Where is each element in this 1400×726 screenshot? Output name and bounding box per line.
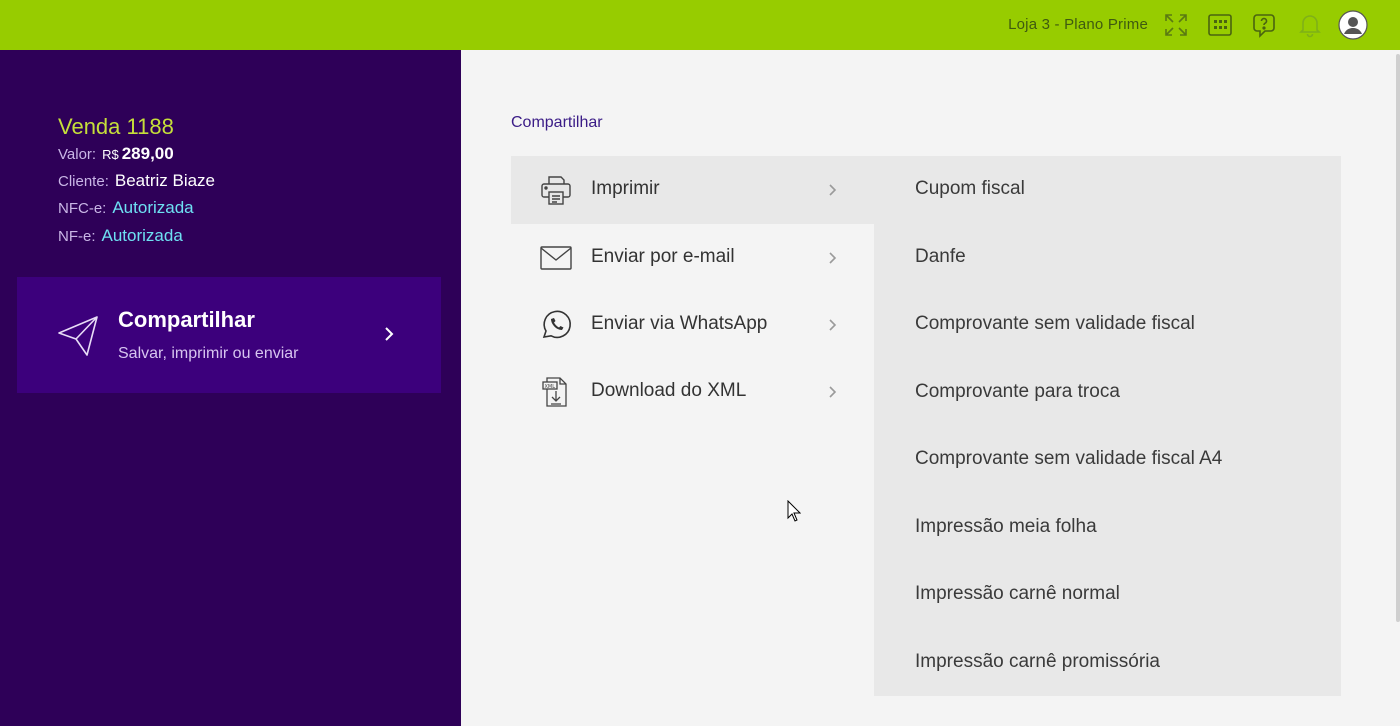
nfce-status-link[interactable]: Autorizada (112, 198, 193, 217)
avatar-icon[interactable] (1338, 10, 1368, 40)
xml-file-icon: XML (540, 376, 572, 408)
nfce-row: NFC-e: Autorizada (58, 198, 194, 218)
submenu-item-cupom-fiscal[interactable]: Cupom fiscal (915, 178, 1025, 200)
print-submenu: Cupom fiscal Danfe Comprovante sem valid… (874, 156, 1341, 696)
paper-plane-icon (57, 315, 99, 362)
client-name: Beatriz Biaze (114, 171, 216, 190)
expand-icon[interactable] (1161, 10, 1191, 40)
chevron-right-icon (827, 250, 837, 271)
sale-value-row: Valor: R$ 289,00 (58, 144, 174, 164)
sidebar: Venda 1188 Valor: R$ 289,00 Cliente: Beatri… (0, 50, 461, 726)
mouse-cursor-icon (787, 499, 802, 527)
submenu-item-comprovante-sem-validade[interactable]: Comprovante sem validade fiscal (915, 313, 1195, 335)
client-label: Cliente: (58, 173, 109, 190)
chevron-right-icon (827, 384, 837, 405)
submenu-item-danfe[interactable]: Danfe (915, 246, 966, 268)
nfe-row: NF-e: Autorizada (58, 226, 183, 246)
mail-icon (540, 242, 572, 274)
client-row: Cliente: Beatriz Biaze (58, 171, 215, 191)
share-card[interactable]: Compartilhar Salvar, imprimir ou enviar (17, 277, 441, 393)
store-plan-label: Loja 3 - Plano Prime (1008, 16, 1148, 33)
top-bar: Loja 3 - Plano Prime (0, 0, 1400, 50)
svg-text:XML: XML (545, 384, 556, 390)
menu-item-whatsapp[interactable]: Enviar via WhatsApp (511, 291, 874, 359)
share-card-subtitle: Salvar, imprimir ou enviar (118, 345, 299, 362)
chevron-right-icon (827, 182, 837, 203)
menu-item-label: Enviar via WhatsApp (591, 313, 768, 334)
help-chat-icon[interactable] (1250, 10, 1280, 40)
scrollbar-thumb[interactable] (1396, 54, 1400, 622)
menu-item-label: Enviar por e-mail (591, 246, 735, 267)
menu-item-xml[interactable]: XML Download do XML (511, 358, 874, 426)
submenu-item-carne-promissoria[interactable]: Impressão carnê promissória (915, 651, 1160, 673)
nfe-label: NF-e: (58, 228, 96, 245)
apps-grid-icon[interactable] (1205, 10, 1235, 40)
whatsapp-icon (540, 309, 572, 341)
menu-item-label: Imprimir (591, 178, 660, 199)
breadcrumb[interactable]: Compartilhar (511, 114, 603, 132)
currency-symbol: R$ (102, 147, 119, 162)
nfe-status-link[interactable]: Autorizada (102, 226, 183, 245)
chevron-right-icon (383, 325, 395, 348)
value-label: Valor: (58, 146, 97, 163)
menu-item-email[interactable]: Enviar por e-mail (511, 224, 874, 292)
submenu-item-carne-normal[interactable]: Impressão carnê normal (915, 583, 1120, 605)
share-card-title: Compartilhar (118, 307, 255, 332)
submenu-item-comprovante-a4[interactable]: Comprovante sem validade fiscal A4 (915, 448, 1222, 470)
menu-item-imprimir[interactable]: Imprimir (511, 156, 874, 224)
sale-amount: 289,00 (121, 144, 174, 163)
sale-title: Venda 1188 (58, 114, 174, 139)
bell-icon[interactable] (1295, 10, 1325, 40)
chevron-right-icon (827, 317, 837, 338)
printer-icon (540, 174, 572, 206)
submenu-item-comprovante-troca[interactable]: Comprovante para troca (915, 381, 1120, 403)
nfce-label: NFC-e: (58, 200, 107, 217)
submenu-item-meia-folha[interactable]: Impressão meia folha (915, 516, 1097, 538)
menu-item-label: Download do XML (591, 380, 747, 401)
